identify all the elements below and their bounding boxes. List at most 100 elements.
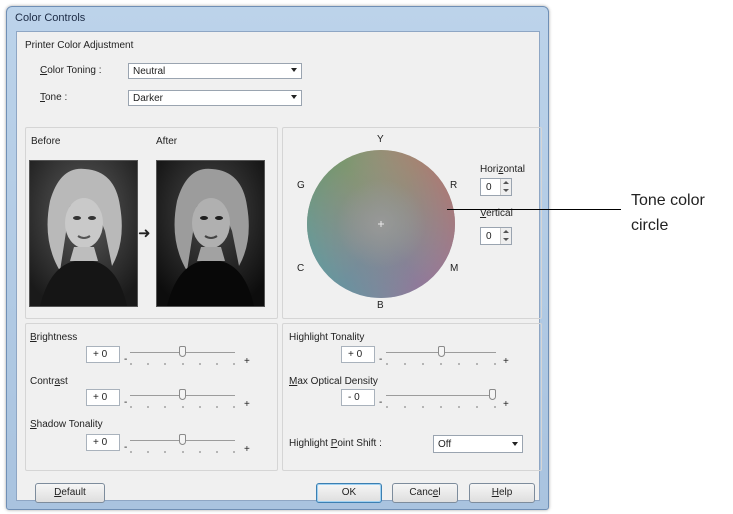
slider-thumb[interactable] [438, 346, 445, 357]
tone-color-circle-callout: Tone color circle [631, 188, 705, 238]
spin-down-icon [503, 189, 509, 192]
slider-tick [476, 363, 478, 365]
tone-label: Tone : [40, 92, 68, 103]
left-adjustments-group: Brightness + 0 - + Contrast + 0 - + Shad… [25, 323, 278, 471]
slider-tick [422, 406, 424, 408]
tone-color-circle[interactable] [306, 149, 456, 299]
slider-tick [182, 363, 184, 365]
arrow-right-icon: ➜ [138, 225, 151, 242]
contrast-value-field[interactable]: + 0 [86, 389, 120, 406]
circle-label-g: G [297, 180, 305, 191]
highlight-tonality-label: Highlight Tonality [289, 332, 365, 343]
slider-tick [476, 406, 478, 408]
slider-tick [164, 363, 166, 365]
shadow-tonality-minus-label: - [124, 442, 128, 453]
slider-tick [130, 451, 132, 453]
circle-label-b: B [377, 300, 384, 311]
slider-tick [458, 406, 460, 408]
window-title: Color Controls [15, 12, 86, 24]
vertical-spin-buttons[interactable] [500, 228, 511, 244]
highlight-tonality-value-field[interactable]: + 0 [341, 346, 375, 363]
tone-color-circle-group: Y G R C M B Horizontal 0 Vertical 0 [282, 127, 542, 319]
slider-tick [233, 451, 235, 453]
printer-color-adjustment-label: Printer Color Adjustment [25, 40, 134, 51]
slider-thumb[interactable] [179, 389, 186, 400]
brightness-value-field[interactable]: + 0 [86, 346, 120, 363]
preview-group: Before After ➜ [25, 127, 278, 319]
max-optical-density-slider[interactable] [386, 388, 496, 410]
max-optical-density-value-field[interactable]: - 0 [341, 389, 375, 406]
highlight-point-shift-dropdown[interactable]: Off [433, 435, 523, 453]
spin-up-icon [503, 181, 509, 184]
color-controls-window: Color Controls Printer Color Adjustment … [6, 6, 549, 510]
slider-tick [199, 406, 201, 408]
slider-tick [422, 363, 424, 365]
ok-button[interactable]: OK [316, 483, 382, 503]
slider-tick [147, 363, 149, 365]
max-optical-density-plus-label: + [503, 399, 509, 410]
slider-tick [440, 406, 442, 408]
tone-value: Darker [133, 93, 164, 104]
slider-tick [494, 363, 496, 365]
highlight-point-shift-value: Off [438, 439, 452, 450]
slider-thumb[interactable] [489, 389, 496, 400]
color-toning-value: Neutral [133, 66, 166, 77]
contrast-minus-label: - [124, 397, 128, 408]
shadow-tonality-plus-label: + [244, 444, 250, 455]
slider-tick [494, 406, 496, 408]
horizontal-label: Horizontal [480, 164, 526, 175]
circle-label-y: Y [377, 134, 384, 145]
cancel-button[interactable]: Cancel [392, 483, 458, 503]
title-bar[interactable]: Color Controls [7, 7, 548, 29]
slider-tick [216, 406, 218, 408]
highlight-tonality-plus-label: + [503, 356, 509, 367]
shadow-tonality-slider[interactable] [130, 433, 235, 455]
chevron-down-icon [512, 442, 518, 446]
slider-tick [182, 406, 184, 408]
slider-thumb[interactable] [179, 346, 186, 357]
callout-leader-line [447, 209, 621, 210]
slider-tick [386, 406, 388, 408]
slider-thumb[interactable] [179, 434, 186, 445]
slider-tick [147, 406, 149, 408]
contrast-slider[interactable] [130, 388, 235, 410]
slider-tick [199, 363, 201, 365]
after-preview-image [156, 160, 265, 307]
shadow-tonality-value-field[interactable]: + 0 [86, 434, 120, 451]
slider-tick [458, 363, 460, 365]
max-optical-density-label: Max Optical Density [289, 376, 378, 387]
slider-tick [404, 363, 406, 365]
horizontal-spin-buttons[interactable] [500, 179, 511, 195]
contrast-plus-label: + [244, 399, 250, 410]
right-adjustments-group: Highlight Tonality + 0 - + Max Optical D… [282, 323, 542, 471]
slider-tick [404, 406, 406, 408]
slider-tick [216, 451, 218, 453]
chevron-down-icon [291, 95, 297, 99]
brightness-minus-label: - [124, 354, 128, 365]
brightness-slider[interactable] [130, 345, 235, 367]
highlight-tonality-slider[interactable] [386, 345, 496, 367]
vertical-spinner[interactable]: 0 [480, 227, 512, 245]
default-button[interactable]: Default [35, 483, 105, 503]
slider-tick [147, 451, 149, 453]
after-label: After [156, 136, 178, 147]
slider-tick [233, 406, 235, 408]
brightness-plus-label: + [244, 356, 250, 367]
max-optical-density-minus-label: - [379, 397, 383, 408]
slider-tick [386, 363, 388, 365]
callout-line-1: Tone color [631, 192, 705, 209]
highlight-tonality-minus-label: - [379, 354, 383, 365]
slider-tick [182, 451, 184, 453]
slider-tick [199, 451, 201, 453]
color-toning-dropdown[interactable]: Neutral [128, 63, 302, 79]
dialog-client-area: Printer Color Adjustment Color Toning : … [16, 31, 542, 503]
horizontal-spinner[interactable]: 0 [480, 178, 512, 196]
slider-tick [164, 451, 166, 453]
slider-tick [164, 406, 166, 408]
help-button[interactable]: Help [469, 483, 535, 503]
highlight-point-shift-label: Highlight Point Shift : [289, 438, 382, 449]
tone-dropdown[interactable]: Darker [128, 90, 302, 106]
slider-tick [440, 363, 442, 365]
shadow-tonality-label: Shadow Tonality [30, 419, 103, 430]
before-preview-image [29, 160, 138, 307]
